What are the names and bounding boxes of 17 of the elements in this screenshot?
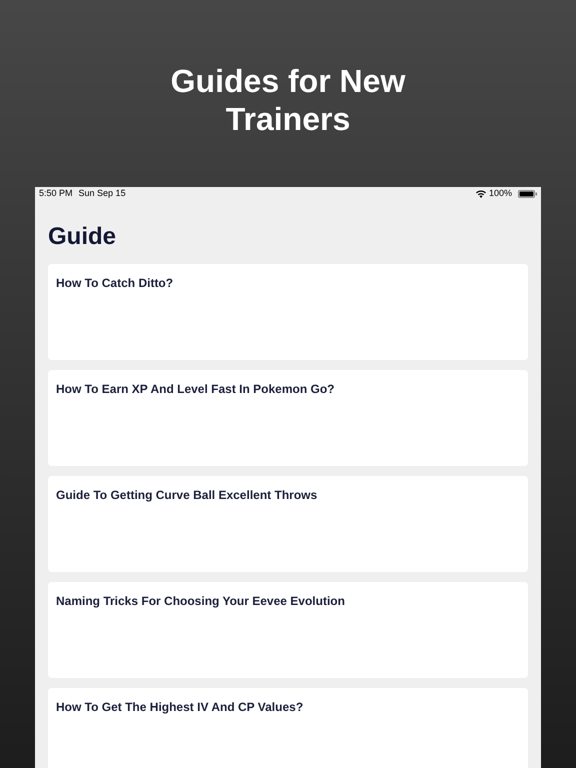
guide-title: How To Earn XP And Level Fast In Pokemon Go? <box>56 382 334 396</box>
status-time: 5:50 PM <box>39 187 73 200</box>
guide-title: How To Catch Ditto? <box>56 276 174 290</box>
guide-card[interactable]: Naming Tricks For Choosing Your Eevee Evolution <box>48 582 528 678</box>
status-date: Sun Sep 15 <box>78 187 126 200</box>
page-title: Guide <box>47 223 118 251</box>
guide-title: Naming Tricks For Choosing Your Eevee Evolution <box>56 594 345 608</box>
guide-title: Guide To Getting Curve Ball Excellent Throws <box>56 488 318 502</box>
guide-card[interactable]: How To Catch Ditto? <box>48 264 528 360</box>
guide-card[interactable]: How To Get The Highest IV And CP Values? <box>48 688 528 768</box>
battery-percent: 100% <box>488 187 512 200</box>
guide-card[interactable]: How To Earn XP And Level Fast In Pokemon Go? <box>48 370 528 466</box>
wifi-icon <box>476 190 486 198</box>
battery-icon <box>518 190 537 198</box>
headline: Guides for New Trainers <box>170 62 406 138</box>
guide-title: How To Get The Highest IV And CP Values? <box>56 700 304 714</box>
guide-card[interactable]: Guide To Getting Curve Ball Excellent Throws <box>48 476 528 572</box>
